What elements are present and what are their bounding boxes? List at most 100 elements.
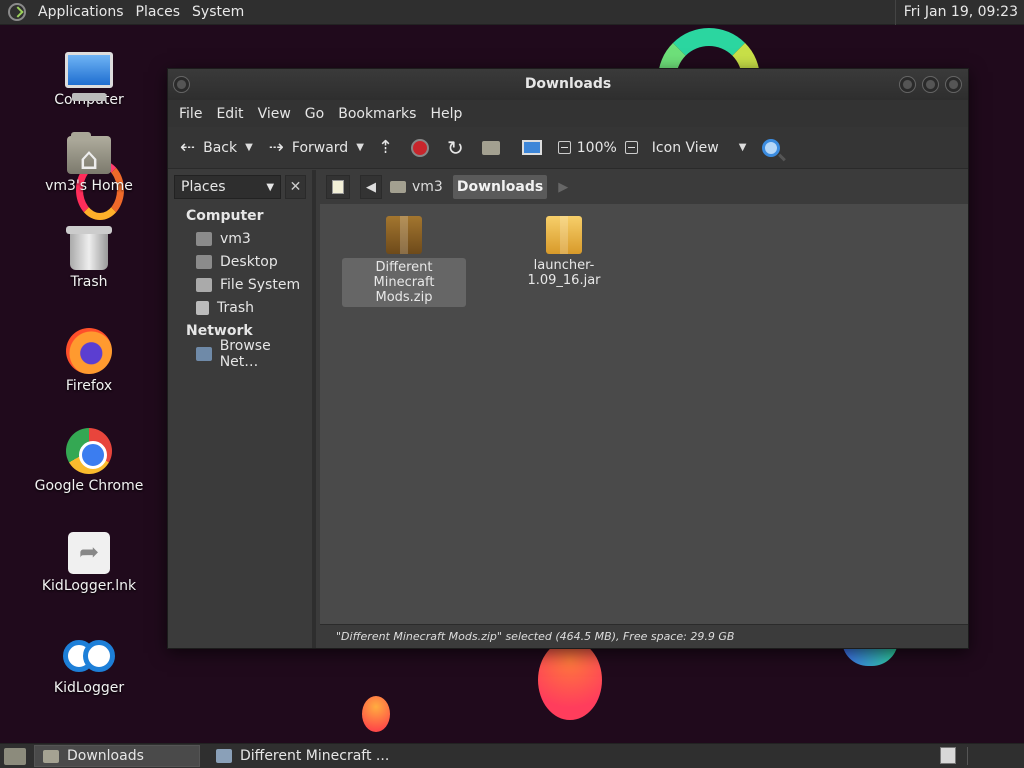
crumb-vm3[interactable]: vm3: [386, 175, 447, 199]
path-scroll-right[interactable]: ▶: [553, 175, 573, 199]
stop-icon: [411, 138, 429, 157]
applications-menu[interactable]: Applications: [32, 4, 130, 20]
status-bar: "Different Minecraft Mods.zip" selected …: [320, 624, 968, 648]
taskbar-item-archive[interactable]: Different Minecraft ...: [208, 745, 397, 767]
chevron-down-icon: ▼: [356, 142, 364, 153]
maximize-button[interactable]: [922, 76, 939, 93]
file-item-zip[interactable]: Different Minecraft Mods.zip: [342, 216, 466, 307]
home-folder-icon: [481, 140, 500, 155]
file-name: Different Minecraft Mods.zip: [342, 258, 466, 307]
content-area: Places ▼ ✕ Computer vm3 Desktop File Sys…: [168, 170, 968, 648]
sidebar: Places ▼ ✕ Computer vm3 Desktop File Sys…: [168, 170, 316, 648]
drive-icon: [196, 277, 212, 292]
sidebar-item-trash[interactable]: Trash: [168, 296, 312, 319]
sidebar-item-browse-network[interactable]: Browse Net…: [168, 338, 312, 370]
sidebar-selector-label: Places: [181, 179, 226, 195]
desktop-icon-label: KidLogger: [53, 680, 125, 696]
zoom-in-button[interactable]: [621, 133, 648, 163]
minimize-button[interactable]: [899, 76, 916, 93]
back-button[interactable]: ⇠ Back: [176, 133, 241, 163]
wallpaper-bubble-small: [362, 696, 390, 732]
sidebar-item-label: vm3: [220, 230, 251, 247]
taskbar-item-downloads[interactable]: Downloads: [34, 745, 200, 767]
home-folder-icon: [67, 132, 111, 177]
desktop-kidlogger[interactable]: KidLogger: [29, 628, 149, 696]
sidebar-item-label: File System: [220, 276, 301, 293]
network-icon: [196, 346, 212, 361]
search-icon: [762, 138, 781, 157]
archive-manager-icon: [216, 749, 232, 763]
clock[interactable]: Fri Jan 19, 09:23: [894, 0, 1024, 25]
arrow-up-icon: ⇡: [377, 137, 393, 158]
zoom-level: 100%: [576, 139, 617, 156]
desktop-chrome[interactable]: Google Chrome: [29, 428, 149, 494]
sidebar-close-button[interactable]: ✕: [285, 175, 306, 199]
forward-history-dropdown[interactable]: ▼: [352, 133, 368, 163]
desktop-home[interactable]: vm3's Home: [29, 132, 149, 194]
distro-logo-icon[interactable]: [8, 3, 26, 21]
file-view[interactable]: ◀ vm3 Downloads ▶ Different Minecraft Mo…: [320, 170, 968, 648]
desktop-kidlogger-lnk[interactable]: KidLogger.lnk: [29, 528, 149, 594]
wallpaper-bubble: [538, 640, 602, 720]
places-menu[interactable]: Places: [130, 4, 187, 20]
zoom-out-button[interactable]: 100%: [554, 133, 621, 163]
chevron-down-icon: ▼: [266, 181, 275, 193]
sidebar-item-label: Desktop: [220, 253, 278, 270]
menu-file[interactable]: File: [172, 106, 209, 122]
menu-bookmarks[interactable]: Bookmarks: [331, 106, 423, 122]
menu-help[interactable]: Help: [423, 106, 469, 122]
reload-button[interactable]: ↻: [443, 133, 468, 163]
search-button[interactable]: [758, 133, 784, 163]
trash-icon: [66, 226, 112, 270]
workspace-switcher[interactable]: [940, 747, 956, 764]
back-history-dropdown[interactable]: ▼: [241, 133, 257, 163]
view-mode-select[interactable]: Icon View ▼: [648, 133, 751, 163]
view-mode-label: Icon View: [651, 139, 719, 156]
sidebar-selector[interactable]: Places ▼: [174, 175, 282, 199]
system-menu[interactable]: System: [186, 4, 250, 20]
chrome-icon: [66, 428, 112, 474]
zoom-in-icon: [624, 141, 638, 154]
desktop-trash[interactable]: Trash: [29, 226, 149, 290]
sidebar-item-vm3[interactable]: vm3: [168, 227, 312, 250]
sidebar-item-file-system[interactable]: File System: [168, 273, 312, 296]
up-button[interactable]: ⇡: [374, 133, 397, 163]
sidebar-item-desktop[interactable]: Desktop: [168, 250, 312, 273]
arrow-left-icon: ⇠: [180, 137, 196, 158]
show-desktop-button[interactable]: [4, 747, 26, 765]
stop-button[interactable]: [407, 133, 433, 163]
desktop-icon-label: Trash: [70, 274, 108, 290]
close-button[interactable]: [945, 76, 962, 93]
home-button[interactable]: [478, 133, 504, 163]
desktop-computer[interactable]: Computer: [29, 46, 149, 108]
trash-icon: [196, 300, 209, 315]
menu-view[interactable]: View: [251, 106, 298, 122]
window-title: Downloads: [524, 76, 612, 92]
window-menu-button[interactable]: [173, 76, 190, 93]
home-folder-icon: [390, 181, 406, 193]
desktop-firefox[interactable]: Firefox: [29, 328, 149, 394]
menu-go[interactable]: Go: [298, 106, 331, 122]
menu-edit[interactable]: Edit: [209, 106, 250, 122]
crumb-label: vm3: [412, 179, 443, 195]
toolbar: ⇠ Back ▼ ⇢ Forward ▼ ⇡ ↻ 100% Icon View …: [168, 127, 968, 169]
desktop-icon-label: KidLogger.lnk: [41, 578, 137, 594]
taskbar-item-label: Downloads: [67, 748, 144, 764]
computer-icon: [65, 52, 113, 101]
desktop-icon-label: Firefox: [65, 378, 113, 394]
window-titlebar[interactable]: Downloads: [168, 69, 968, 100]
chevron-down-icon: ▼: [738, 142, 747, 153]
edit-location-icon: [332, 180, 344, 194]
crumb-downloads[interactable]: Downloads: [452, 175, 548, 199]
desktop-icon-label: vm3's Home: [45, 178, 133, 194]
computer-button[interactable]: [518, 133, 546, 163]
file-item-jar[interactable]: launcher-1.09_16.jar: [502, 216, 626, 288]
shortcut-icon: [68, 532, 110, 574]
forward-button[interactable]: ⇢ Forward: [265, 133, 352, 163]
sidebar-header: Places ▼ ✕: [168, 170, 312, 204]
archive-icon: [386, 216, 422, 254]
arrow-right-icon: ⇢: [268, 137, 284, 158]
toggle-location-button[interactable]: [326, 175, 350, 199]
path-scroll-left[interactable]: ◀: [360, 175, 382, 199]
desktop-icon-label: Google Chrome: [34, 478, 144, 494]
